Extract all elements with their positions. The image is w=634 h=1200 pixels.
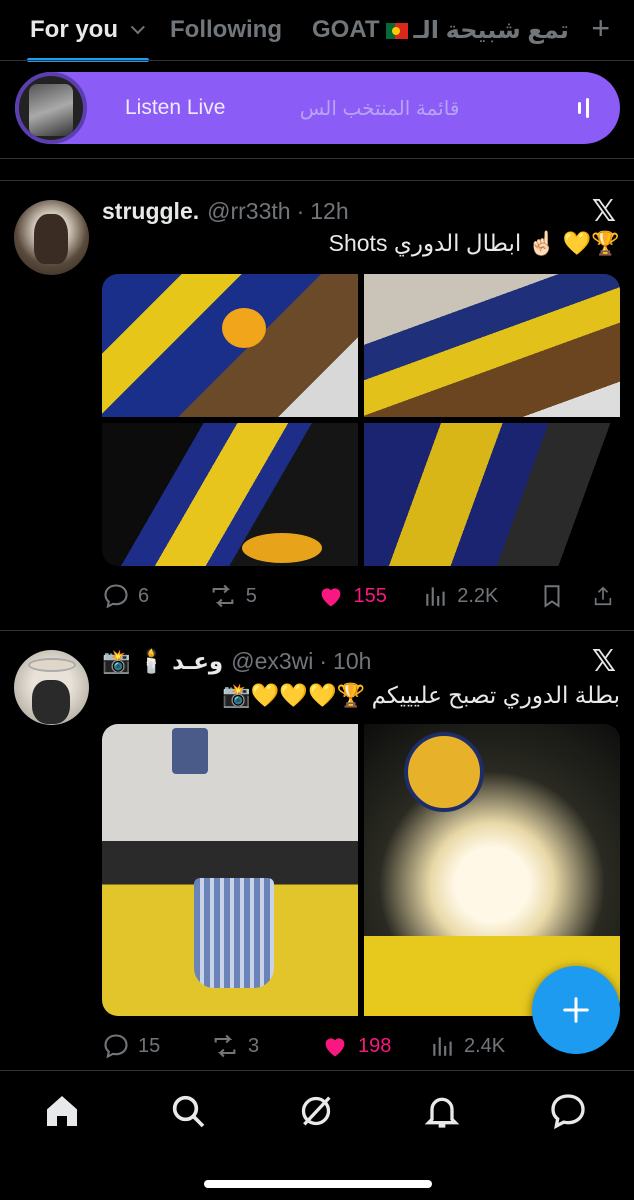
heart-icon: [325, 1038, 345, 1057]
media-image[interactable]: [102, 423, 358, 566]
timestamp[interactable]: 12h: [310, 198, 348, 225]
tweet-1[interactable]: struggle. @rr33th · 12h 𝕏 🏆💛 ☝🏻 ابطال ال…: [0, 180, 634, 630]
tab-for-you[interactable]: For you: [27, 16, 149, 62]
tab-community-label: تمع شبيحة الـ: [413, 16, 569, 44]
like-count: 155: [353, 584, 387, 607]
tweet-text: 🏆💛 ☝🏻 ابطال الدوري Shots: [328, 230, 620, 256]
tweet-header: 📸 🕯️ وعـد @ex3wi · 10h: [102, 648, 371, 675]
live-space-title: قائمة المنتخب الس: [299, 97, 460, 120]
like-button[interactable]: 155: [316, 582, 424, 610]
share-button[interactable]: [592, 582, 622, 610]
bookmark-icon: [544, 585, 560, 608]
views-count: 2.4K: [464, 1034, 506, 1057]
media-image[interactable]: [102, 724, 358, 1016]
avatar[interactable]: [14, 650, 89, 725]
top-tabs: For you Following GOAT تمع شبيحة الـ: [0, 0, 634, 62]
portugal-flag-icon: [385, 23, 408, 39]
x-logo-icon: 𝕏: [591, 195, 616, 228]
divider: [0, 158, 634, 159]
repost-button[interactable]: 3: [210, 1032, 320, 1060]
bookmark-button[interactable]: [539, 582, 578, 610]
repost-icon: [214, 1034, 236, 1058]
heart-icon: [321, 588, 340, 607]
tweet-media-grid: [102, 724, 620, 1016]
audio-bars-icon: [578, 98, 594, 118]
views-button[interactable]: 2.4K: [430, 1032, 548, 1060]
separator-dot: ·: [319, 648, 328, 674]
display-name[interactable]: 📸 🕯️ وعـد: [102, 648, 223, 675]
tabs-divider: [0, 60, 634, 61]
grok-icon[interactable]: [296, 1091, 336, 1131]
display-name[interactable]: struggle.: [102, 198, 199, 225]
tweet-header: struggle. @rr33th · 12h: [102, 198, 349, 225]
tab-following-label: Following: [170, 16, 282, 43]
tweet-media-grid: [102, 274, 620, 566]
plus-icon: [563, 997, 589, 1023]
tab-for-you-label: For you: [30, 16, 118, 43]
compose-button[interactable]: [532, 966, 620, 1054]
tab-following[interactable]: Following: [170, 16, 282, 44]
media-image[interactable]: [364, 274, 620, 417]
listen-live-banner[interactable]: Listen Live قائمة المنتخب الس: [15, 72, 620, 144]
chevron-down-icon: [130, 20, 145, 35]
plus-icon[interactable]: +: [591, 10, 610, 47]
views-count: 2.2K: [457, 584, 499, 607]
repost-icon: [212, 584, 234, 608]
media-image[interactable]: [364, 423, 620, 566]
reply-count: 15: [138, 1034, 161, 1057]
bell-icon[interactable]: [422, 1091, 462, 1131]
home-indicator: [204, 1180, 432, 1188]
tab-goat-label: GOAT: [311, 16, 380, 43]
reply-icon: [104, 584, 128, 609]
repost-count: 3: [248, 1034, 260, 1057]
views-icon: [433, 1037, 452, 1056]
views-button[interactable]: 2.2K: [423, 582, 539, 610]
reply-count: 6: [138, 584, 150, 607]
x-logo-icon: 𝕏: [591, 645, 616, 678]
search-icon[interactable]: [168, 1091, 208, 1131]
repost-count: 5: [245, 584, 257, 607]
repost-button[interactable]: 5: [208, 582, 316, 610]
tab-goat[interactable]: GOAT تمع شبيحة الـ: [312, 16, 569, 45]
user-handle[interactable]: @rr33th: [207, 198, 290, 225]
views-icon: [426, 587, 445, 606]
user-handle[interactable]: @ex3wi: [231, 648, 313, 675]
like-button[interactable]: 198: [320, 1032, 430, 1060]
share-icon: [594, 586, 612, 606]
separator-dot: ·: [296, 198, 305, 224]
timestamp[interactable]: 10h: [333, 648, 371, 675]
messages-icon[interactable]: [548, 1091, 588, 1131]
tweet-actions: 6 5 155 2.2K: [102, 582, 622, 610]
media-image[interactable]: [102, 274, 358, 417]
tweet-text: بطلة الدوري تصبح عليييكم 🏆💛💛💛📸: [222, 682, 620, 708]
listen-live-label: Listen Live: [125, 96, 226, 119]
live-host-avatar: [15, 72, 87, 144]
reply-icon: [104, 1034, 128, 1059]
reply-button[interactable]: 15: [102, 1032, 210, 1060]
avatar[interactable]: [14, 200, 89, 275]
reply-button[interactable]: 6: [102, 582, 208, 610]
home-icon[interactable]: [42, 1091, 82, 1131]
like-count: 198: [358, 1034, 392, 1057]
